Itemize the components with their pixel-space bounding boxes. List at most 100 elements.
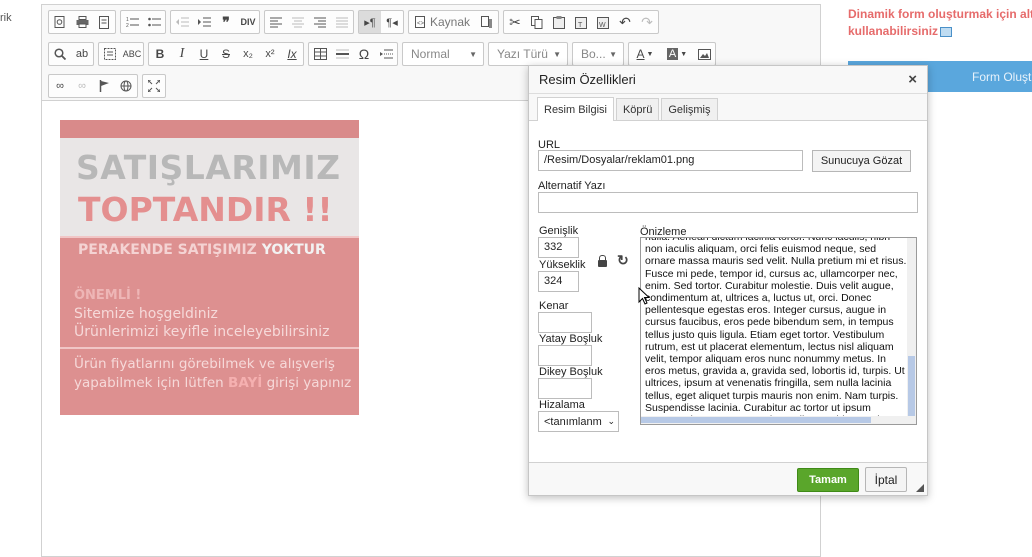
reset-size-icon[interactable]: ↻ [617,252,629,269]
preview-horizontal-scrollbar[interactable] [641,416,907,424]
copy-icon[interactable] [526,11,548,33]
cut-icon[interactable]: ✂ [504,11,526,33]
italic-icon[interactable]: I [171,43,193,65]
vspace-label: Dikey Boşluk [539,366,603,378]
unlink-icon[interactable]: ∞ [71,75,93,97]
source-label: Kaynak [430,15,471,29]
text-rtl-icon[interactable]: ¶◂ [381,11,403,33]
banner-price-text: Ürün fiyatlarını görebilmek ve alışveriş [74,356,335,372]
format-combo[interactable]: Normal ▼ [402,42,484,66]
replace-icon[interactable]: ab [71,43,93,65]
toolbar-group-lists: 12 [120,10,166,34]
dialog-tabs: Resim Bilgisi Köprü Gelişmiş [529,94,927,121]
create-div-icon[interactable]: DIV [237,11,259,33]
paste-word-icon[interactable]: W [592,11,614,33]
preview-vertical-thumb[interactable] [908,356,915,416]
left-crop-text: rik [0,12,12,24]
font-combo[interactable]: Yazı Türü ▼ [488,42,568,66]
form-builder-note-line-2-text: kullanabilirsiniz [848,24,939,38]
bg-color-icon[interactable]: A ▼ [661,43,693,65]
remove-format-icon[interactable]: Ix [281,43,303,65]
undo-icon[interactable]: ↶ [614,11,636,33]
dialog-titlebar[interactable]: Resim Özellikleri × [529,66,927,94]
superscript-icon[interactable]: x² [259,43,281,65]
preview-icon[interactable] [49,11,71,33]
table-icon[interactable] [309,43,331,65]
spellcheck-icon[interactable]: ABC [121,43,143,65]
ok-button[interactable]: Tamam [797,468,859,492]
blockquote-icon[interactable]: ❞ [215,11,237,33]
cancel-button[interactable]: İptal [865,467,907,492]
source-button[interactable]: <> Kaynak [409,11,476,33]
align-left-icon[interactable] [265,11,287,33]
banner-subtitle-highlight: YOKTUR [261,242,326,258]
hspace-input[interactable] [538,345,592,366]
browse-server-button[interactable]: Sunucuya Gözat [812,150,911,172]
align-select[interactable]: <tanımlanm ⌄ [538,411,619,432]
iframe-icon[interactable] [115,75,137,97]
text-ltr-icon[interactable]: ▸¶ [359,11,381,33]
width-input[interactable]: 332 [538,237,579,258]
align-right-icon[interactable] [309,11,331,33]
numbered-list-icon[interactable]: 12 [121,11,143,33]
underline-icon[interactable]: U [193,43,215,65]
preview-vertical-scrollbar[interactable] [907,238,916,424]
bold-icon[interactable]: B [149,43,171,65]
anchor-icon[interactable] [93,75,115,97]
save-as-template-icon[interactable] [476,11,498,33]
paste-text-icon[interactable]: T [570,11,592,33]
toolbar-group-clipboard: ✂ T W ↶ ↷ [503,10,660,34]
print-icon[interactable] [71,11,93,33]
text-color-icon[interactable]: A ▼ [629,43,661,65]
tab-image-info[interactable]: Resim Bilgisi [537,97,614,121]
find-icon[interactable] [49,43,71,65]
svg-text:T: T [578,22,583,29]
toolbar-row-2: ab ABC B I U S x₂ x² Ix Ω Normal ▼ Yazı … [48,42,716,66]
url-input[interactable]: /Resim/Dosyalar/reklam01.png [538,150,803,171]
image-icon [940,26,953,37]
tab-advanced[interactable]: Gelişmiş [661,98,718,120]
alt-text-input[interactable] [538,192,918,213]
lock-ratio-icon[interactable] [598,255,607,267]
vspace-input[interactable] [538,378,592,399]
close-icon[interactable]: × [908,71,917,88]
subscript-icon[interactable]: x₂ [237,43,259,65]
size-combo[interactable]: Bo... ▼ [572,42,624,66]
svg-text:W: W [599,22,606,29]
maximize-icon[interactable] [143,75,165,97]
chevron-down-icon: ⌄ [607,416,615,426]
chevron-down-icon: ▼ [609,49,617,59]
strikethrough-icon[interactable]: S [215,43,237,65]
align-center-icon[interactable] [287,11,309,33]
bulleted-list-icon[interactable] [143,11,165,33]
toolbar-group-direction: ▸¶ ¶◂ [358,10,404,34]
justify-icon[interactable] [331,11,353,33]
indent-icon[interactable] [193,11,215,33]
banner-subtitle-text: PERAKENDE SATIŞIMIZ [78,242,262,258]
form-builder-note-line-1: Dinamik form oluşturmak için alt t [848,7,1032,21]
horizontal-rule-icon[interactable] [331,43,353,65]
paste-icon[interactable] [548,11,570,33]
outdent-icon[interactable] [171,11,193,33]
link-icon[interactable]: ∞ [49,75,71,97]
page-break-icon[interactable] [375,43,397,65]
special-char-icon[interactable]: Ω [353,43,375,65]
banner-top-strip [60,120,359,138]
banner-welcome-text: Sitemize hoşgeldiniz [74,306,218,322]
preview-box[interactable]: nulla. Aenean dictum lacinia tortor. Nun… [640,237,917,425]
banner-image[interactable]: SATIŞLARIMIZ TOPTANDIR !! PERAKENDE SATI… [60,120,359,415]
banner-important-label: ÖNEMLİ ! [74,288,142,303]
height-input[interactable]: 324 [538,271,579,292]
resize-grip-icon[interactable] [916,484,924,492]
toolbar-group-colors: A ▼ A ▼ [628,42,716,66]
image-icon[interactable] [693,43,715,65]
chevron-down-icon: ▼ [553,49,561,59]
alt-text-label: Alternatif Yazı [538,180,606,192]
format-combo-label: Normal [411,47,450,61]
select-all-icon[interactable] [99,43,121,65]
redo-icon[interactable]: ↷ [636,11,658,33]
preview-horizontal-thumb[interactable] [641,417,871,423]
templates-icon[interactable] [93,11,115,33]
tab-link[interactable]: Köprü [615,98,660,120]
border-input[interactable] [538,312,592,333]
